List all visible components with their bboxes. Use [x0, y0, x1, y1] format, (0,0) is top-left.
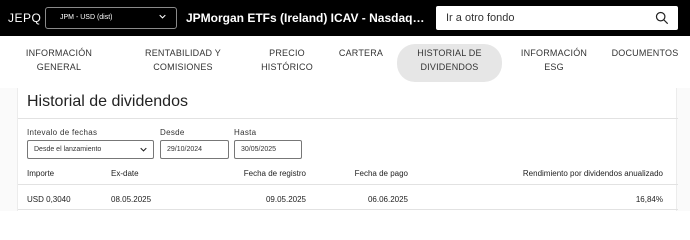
interval-select[interactable]: Desde el lanzamiento — [27, 140, 154, 159]
cell-rendimiento: 16,84% — [635, 195, 663, 204]
from-date-value: 29/10/2024 — [167, 146, 203, 153]
fund-ticker: JEPQ — [8, 11, 42, 25]
share-class-select[interactable]: JPM - USD (dist) — [45, 7, 177, 29]
fund-tabs: Información general Rentabilidad y comis… — [0, 36, 690, 88]
column-header-fecha-pago: Fecha de pago — [354, 169, 408, 178]
from-date-label: Desde — [160, 128, 185, 137]
to-date-value: 30/05/2025 — [241, 146, 277, 153]
cell-fecha-registro: 09.05.2025 — [265, 195, 306, 204]
divider — [18, 184, 678, 185]
top-bar: JEPQ JPM - USD (dist) JPMorgan ETFs (Ire… — [0, 0, 690, 36]
tab-informacion-general[interactable]: Información general — [16, 46, 102, 81]
cell-importe: USD 0,3040 — [27, 195, 71, 204]
to-date-label: Hasta — [234, 128, 257, 137]
interval-value: Desde el lanzamiento — [34, 146, 102, 153]
interval-label: Intevalo de fechas — [27, 128, 98, 137]
chevron-down-icon — [140, 147, 147, 152]
from-date-input[interactable]: 29/10/2024 — [160, 140, 229, 159]
section-title: Historial de dividendos — [27, 93, 188, 110]
fund-search-input[interactable]: Ir a otro fondo — [436, 6, 678, 30]
search-icon[interactable] — [655, 11, 669, 25]
share-class-value: JPM - USD (dist) — [60, 14, 113, 21]
cell-ex-date: 08.05.2025 — [111, 195, 152, 204]
search-placeholder: Ir a otro fondo — [446, 12, 515, 24]
to-date-input[interactable]: 30/05/2025 — [234, 140, 302, 159]
tab-precio-historico[interactable]: Precio histórico — [252, 46, 322, 81]
tab-cartera[interactable]: Cartera — [336, 46, 386, 81]
dividend-history-card: Historial de dividendos Intevalo de fech… — [17, 88, 678, 211]
cell-fecha-pago: 06.06.2025 — [367, 195, 408, 204]
column-header-fecha-registro: Fecha de registro — [243, 169, 306, 178]
fund-title: JPMorgan ETFs (Ireland) ICAV - Nasdaq Eq… — [186, 11, 426, 25]
column-header-rendimiento: Rendimiento por dividendos anualizado — [522, 169, 663, 178]
tab-historial-dividendos[interactable]: Historial de dividendos — [397, 44, 502, 82]
column-header-ex-date: Ex-date — [111, 169, 139, 178]
divider — [18, 209, 678, 210]
page-content: Historial de dividendos Intevalo de fech… — [0, 88, 690, 211]
tab-documentos[interactable]: Documentos — [610, 46, 680, 81]
divider — [18, 118, 678, 119]
tab-rentabilidad[interactable]: Rentabilidad y comisiones — [130, 46, 236, 81]
chevron-down-icon — [159, 14, 166, 19]
tab-informacion-esg[interactable]: Información ESG — [516, 46, 592, 81]
column-header-importe: Importe — [27, 169, 55, 178]
